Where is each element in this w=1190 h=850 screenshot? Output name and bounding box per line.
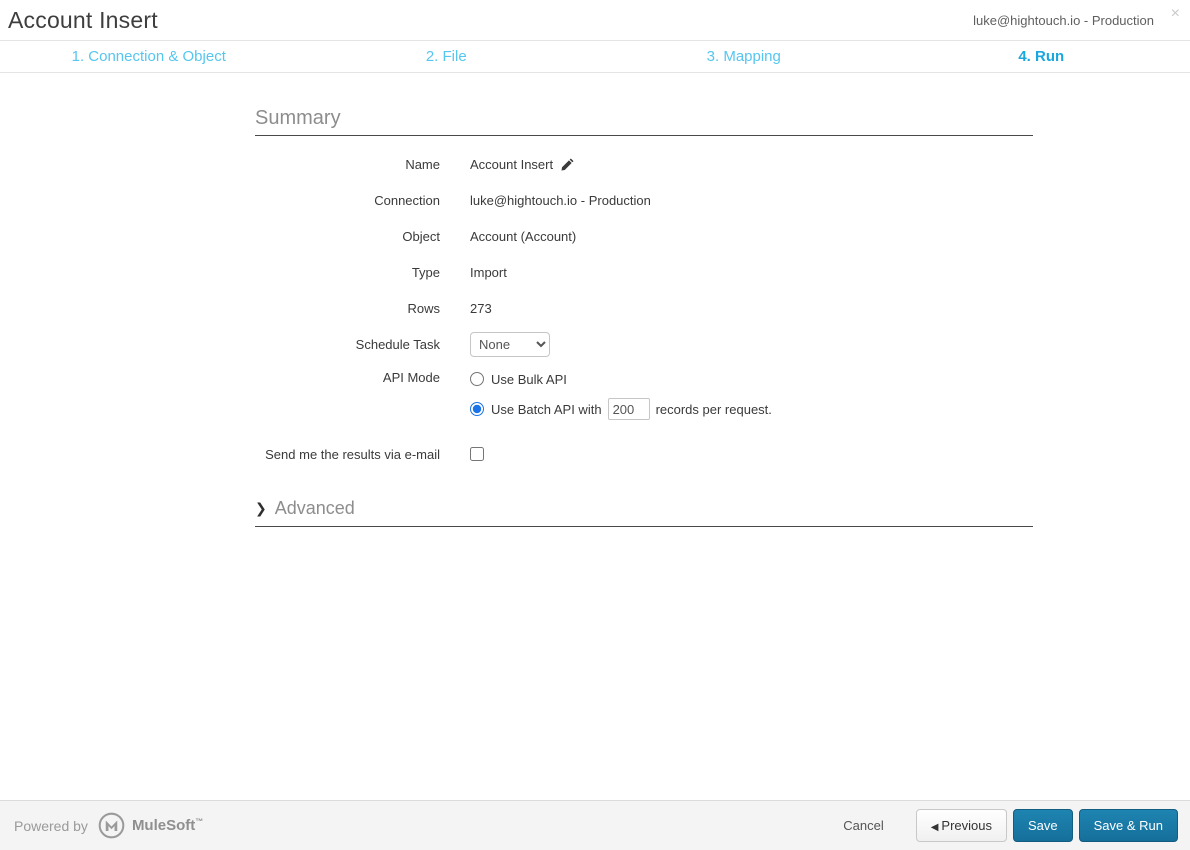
page-title: Account Insert [8, 7, 158, 33]
email-results-label: Send me the results via e-mail [265, 446, 440, 462]
row-api-mode: API Mode Use Bulk API Use Batch API with… [255, 368, 1033, 428]
previous-arrow-icon: ◀ [930, 822, 939, 833]
trademark-symbol: ™ [195, 817, 204, 826]
rows-label: Rows [407, 300, 440, 316]
footer-actions: Cancel ◀ Previous Save Save & Run [843, 809, 1184, 842]
row-object: Object Account (Account) [255, 218, 1033, 254]
main-content: Summary Name Account Insert Connection l… [255, 107, 1033, 527]
row-type: Type Import [255, 254, 1033, 290]
save-and-run-button[interactable]: Save & Run [1078, 809, 1178, 842]
connection-label: Connection [374, 192, 440, 208]
step-file[interactable]: 2. File [298, 48, 596, 65]
bulk-api-option[interactable]: Use Bulk API [470, 368, 772, 390]
row-connection: Connection luke@hightouch.io - Productio… [255, 182, 1033, 218]
previous-button[interactable]: ◀ Previous [915, 809, 1007, 842]
step-run[interactable]: 4. Run [893, 48, 1190, 65]
type-value: Import [470, 264, 507, 280]
row-name: Name Account Insert [255, 146, 1033, 182]
save-button[interactable]: Save [1012, 809, 1073, 842]
api-mode-label: API Mode [382, 370, 440, 385]
batch-api-option[interactable]: Use Batch API with records per request. [470, 398, 772, 420]
bulk-api-label: Use Bulk API [491, 371, 567, 387]
name-label: Name [405, 156, 440, 172]
object-value: Account (Account) [470, 228, 577, 244]
step-mapping[interactable]: 3. Mapping [595, 48, 893, 65]
summary-heading: Summary [255, 107, 1033, 136]
email-results-checkbox[interactable] [470, 447, 484, 461]
batch-api-prefix: Use Batch API with [491, 401, 602, 417]
connection-badge: luke@hightouch.io - Production [973, 13, 1154, 28]
edit-name-icon[interactable] [561, 157, 574, 171]
advanced-toggle[interactable]: ❯ Advanced [255, 498, 1033, 527]
batch-api-radio[interactable] [470, 402, 484, 416]
powered-by: Powered by MuleSoft™ [14, 812, 203, 839]
advanced-label: Advanced [274, 498, 355, 518]
row-schedule-task: Schedule Task None [255, 326, 1033, 362]
name-value: Account Insert [470, 156, 554, 172]
object-label: Object [402, 228, 440, 244]
powered-by-text: Powered by [14, 817, 88, 834]
type-label: Type [411, 264, 440, 280]
footer-bar: Powered by MuleSoft™ Cancel ◀ Previous Sa… [0, 800, 1190, 850]
mulesoft-logo-icon [98, 812, 125, 839]
row-email-results: Send me the results via e-mail [255, 436, 1033, 472]
close-icon[interactable]: × [1171, 4, 1180, 24]
rows-value: 273 [470, 300, 492, 316]
batch-size-input[interactable] [607, 398, 650, 420]
wizard-steps: 1. Connection & Object 2. File 3. Mappin… [0, 41, 1190, 73]
chevron-right-icon: ❯ [255, 500, 267, 516]
connection-value: luke@hightouch.io - Production [470, 192, 651, 208]
summary-form: Name Account Insert Connection luke@high… [255, 146, 1033, 472]
cancel-button[interactable]: Cancel [843, 818, 883, 833]
step-connection-object[interactable]: 1. Connection & Object [0, 48, 298, 65]
bulk-api-radio[interactable] [470, 372, 484, 386]
previous-label: Previous [941, 818, 992, 833]
schedule-task-label: Schedule Task [355, 336, 440, 352]
batch-api-suffix: records per request. [655, 401, 772, 417]
mulesoft-brand: MuleSoft [131, 817, 196, 834]
schedule-task-select[interactable]: None [470, 331, 550, 357]
row-rows: Rows 273 [255, 290, 1033, 326]
app-header: Account Insert luke@hightouch.io - Produ… [0, 0, 1190, 41]
